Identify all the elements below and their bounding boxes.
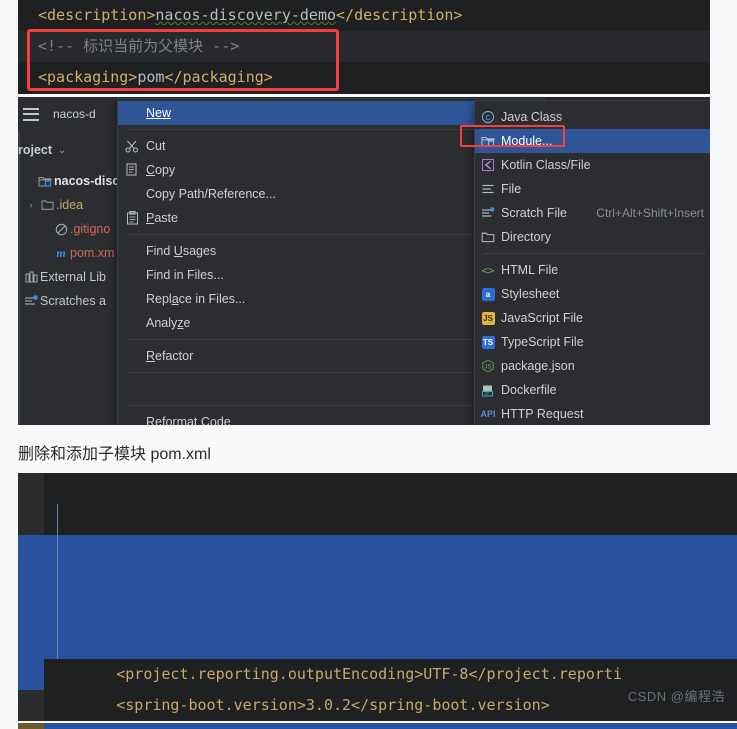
submenu-item-label: Directory (501, 230, 552, 244)
library-icon (22, 271, 40, 283)
code-line-comment: <!-- 标识当前为父模块 --> (18, 31, 710, 62)
submenu-item-label: Scratch File (501, 206, 567, 220)
submenu-item-module[interactable]: Module... (475, 129, 710, 153)
project-tab-title: nacos-d (53, 107, 96, 121)
maven-icon: m (56, 245, 66, 260)
submenu-item-http-request[interactable]: API HTTP Request (475, 402, 710, 425)
module-icon (475, 135, 501, 148)
code-line-value: pom (137, 68, 165, 86)
tree-item-label: pom.xm (70, 246, 115, 260)
submenu-item-label: Module... (501, 134, 553, 148)
editor-gutter (18, 597, 44, 628)
directory-icon (475, 231, 501, 243)
submenu-item-label: TypeScript File (501, 335, 584, 349)
code-line: <description>nacos-discovery-demo</descr… (38, 6, 463, 24)
submenu-item-html-file[interactable]: <> HTML File (475, 258, 710, 282)
editor-gutter (18, 628, 44, 659)
gitignore-icon (52, 223, 70, 236)
scissors-icon (118, 139, 146, 153)
svg-text:JS: JS (484, 365, 491, 371)
file-icon (475, 183, 501, 195)
tree-item-label: .gitigno (70, 222, 111, 236)
submenu-item-java-class[interactable]: C Java Class (475, 105, 710, 129)
docker-icon: D (475, 384, 501, 397)
kotlin-icon (475, 158, 501, 172)
svg-text:C: C (485, 115, 490, 122)
submenu-divider (483, 253, 706, 254)
sliver-gutter (18, 723, 44, 729)
top-code-block: <description>nacos-discovery-demo</descr… (18, 0, 710, 94)
submenu-item-stylesheet[interactable]: a Stylesheet (475, 282, 710, 306)
menu-item-label: Cut (146, 139, 166, 153)
indent-guide (57, 504, 58, 659)
hamburger-menu-icon[interactable] (23, 107, 39, 121)
folder-icon (38, 199, 56, 211)
code-line: <project.build.sourceEncoding>UTF-8</pro… (18, 566, 737, 652)
submenu-item-dockerfile[interactable]: D Dockerfile (475, 378, 710, 402)
submenu-item-javascript-file[interactable]: JS JavaScript File (475, 306, 710, 330)
editor-gutter (18, 535, 44, 566)
submenu-item-scratch-file[interactable]: Scratch File Ctrl+Alt+Shift+Insert (475, 201, 710, 225)
java-class-icon: C (475, 110, 501, 124)
project-panel-title: roject (18, 143, 53, 157)
submenu-item-package-json[interactable]: JS package.json (475, 354, 710, 378)
submenu-item-label: JavaScript File (501, 311, 583, 325)
code-line-properties-open: <properties> 删除 (18, 504, 737, 590)
code-line: <spring-boot.version>3.0.2</spring-boot.… (18, 628, 737, 714)
submenu-item-label: Kotlin Class/File (501, 158, 591, 172)
module-folder-icon (36, 175, 54, 188)
tree-item-label: nacos-disc (54, 174, 120, 188)
editor-gutter (18, 659, 44, 690)
chevron-right-icon[interactable]: › (24, 200, 38, 210)
menu-item-label: New (146, 106, 172, 120)
code-line-value: nacos-discovery-demo (155, 6, 337, 24)
ts-icon: TS (481, 335, 495, 349)
editor-gutter (18, 473, 44, 504)
submenu-item-label: HTML File (501, 263, 559, 277)
tree-item-label: External Lib (40, 270, 107, 284)
ide-screenshot: nacos-d roject ⌄ nacos-disc › .idea .git… (18, 97, 710, 425)
js-icon: JS (481, 311, 495, 325)
submenu-item-label: Stylesheet (501, 287, 560, 301)
bottom-code-block: <description>provider</description> <pro… (18, 473, 737, 721)
code-line: <packaging>pom</packaging> (38, 68, 273, 86)
submenu-item-kotlin-class-file[interactable]: Kotlin Class/File (475, 153, 710, 177)
code-line: <description>provider</description> (18, 473, 737, 559)
menu-item-label: Copy Path/Reference... (146, 187, 276, 201)
next-panel-sliver (18, 723, 737, 729)
tree-item-label: Scratches a (40, 294, 107, 308)
editor-gutter (18, 566, 44, 597)
nodejs-icon: JS (475, 359, 501, 373)
menu-item-label: Find in Files... (146, 268, 224, 282)
submenu-item-label: Java Class (501, 110, 563, 124)
watermark: CSDN @编程浩 (627, 689, 725, 704)
api-icon: API (480, 409, 496, 419)
submenu-item-shortcut: Ctrl+Alt+Shift+Insert (596, 206, 704, 220)
copy-icon (118, 163, 146, 177)
submenu-item-label: Dockerfile (501, 383, 557, 397)
code-line: <java.version>17</java.version> (18, 535, 737, 621)
tree-item-label: .idea (56, 198, 84, 212)
scratch-file-icon (475, 207, 501, 219)
submenu-item-typescript-file[interactable]: TS TypeScript File (475, 330, 710, 354)
code-line: <project.reporting.outputEncoding>UTF-8<… (18, 597, 737, 683)
submenu-item-directory[interactable]: Directory (475, 225, 710, 249)
section-caption: 删除和添加子模块 pom.xml (18, 446, 211, 463)
editor-gutter (18, 504, 44, 535)
submenu-item-file[interactable]: File (475, 177, 710, 201)
paste-icon (118, 211, 146, 225)
xml-comment-text: <!-- 标识当前为父模块 --> (38, 37, 240, 55)
scratches-icon (22, 295, 40, 307)
editor-gutter (18, 690, 44, 721)
chevron-down-icon[interactable]: ⌄ (58, 145, 66, 156)
submenu-item-label: package.json (501, 359, 575, 373)
submenu-item-label: File (501, 182, 522, 196)
html-icon: <> (481, 263, 495, 277)
new-submenu[interactable]: C Java Class Module... Kotlin Class/File… (474, 100, 710, 425)
submenu-item-label: HTTP Request (501, 407, 584, 421)
css-icon: a (475, 287, 501, 301)
